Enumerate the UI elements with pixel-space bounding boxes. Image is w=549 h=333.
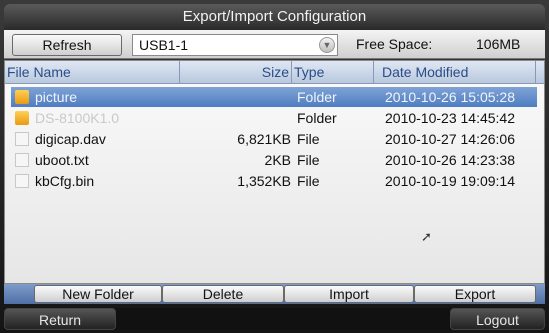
device-select-value: USB1-1 bbox=[139, 37, 189, 53]
new-folder-button[interactable]: New Folder bbox=[34, 285, 162, 303]
import-button[interactable]: Import bbox=[284, 285, 414, 303]
file-icon bbox=[15, 153, 29, 167]
list-item[interactable]: uboot.txt 2KB File 2010-10-26 14:23:38 bbox=[11, 150, 537, 170]
dialog-title: Export/Import Configuration bbox=[4, 4, 545, 30]
device-select[interactable]: USB1-1 ▼ bbox=[132, 34, 338, 56]
item-date: 2010-10-19 19:09:14 bbox=[385, 173, 515, 189]
export-button[interactable]: Export bbox=[414, 285, 536, 303]
column-header-type[interactable]: Type bbox=[291, 61, 373, 83]
item-size bbox=[183, 87, 291, 107]
list-item[interactable]: DS-8100K1.0 Folder 2010-10-23 14:45:42 bbox=[11, 108, 537, 128]
file-icon bbox=[15, 174, 29, 188]
item-size: 1,352KB bbox=[237, 173, 291, 189]
dialog-frame: Export/Import Configuration Refresh USB1… bbox=[0, 0, 549, 333]
mouse-cursor-icon: ➚ bbox=[421, 229, 432, 244]
item-name: uboot.txt bbox=[35, 152, 89, 168]
file-list: File Name Size Type Date Modified pictur… bbox=[4, 60, 545, 284]
item-date: 2010-10-27 14:26:06 bbox=[385, 131, 515, 147]
item-name: kbCfg.bin bbox=[35, 173, 95, 189]
free-space-label: Free Space: bbox=[356, 36, 433, 52]
item-type: Folder bbox=[297, 89, 337, 105]
column-header-size[interactable]: Size bbox=[179, 61, 291, 83]
item-size: 2KB bbox=[264, 152, 291, 168]
toolbar: Refresh USB1-1 ▼ Free Space: 106MB bbox=[4, 30, 545, 59]
item-type: File bbox=[297, 152, 320, 168]
item-name: DS-8100K1.0 bbox=[35, 110, 120, 126]
folder-icon bbox=[15, 111, 29, 125]
item-name: picture bbox=[35, 89, 78, 105]
footer-bar: Return Logout bbox=[4, 308, 545, 330]
item-name: digicap.dav bbox=[35, 131, 106, 147]
item-date: 2010-10-23 14:45:42 bbox=[385, 110, 515, 126]
item-type: Folder bbox=[297, 110, 337, 126]
chevron-down-icon[interactable]: ▼ bbox=[319, 37, 335, 53]
return-button[interactable]: Return bbox=[4, 308, 116, 330]
item-size bbox=[183, 108, 291, 128]
free-space-value: 106MB bbox=[476, 36, 521, 52]
list-item[interactable]: kbCfg.bin 1,352KB File 2010-10-19 19:09:… bbox=[11, 171, 537, 191]
list-item[interactable]: digicap.dav 6,821KB File 2010-10-27 14:2… bbox=[11, 129, 537, 149]
refresh-button[interactable]: Refresh bbox=[12, 34, 122, 56]
folder-icon bbox=[15, 90, 29, 104]
delete-button[interactable]: Delete bbox=[162, 285, 284, 303]
file-icon bbox=[15, 132, 29, 146]
action-bar: New Folder Delete Import Export bbox=[4, 284, 545, 304]
logout-button[interactable]: Logout bbox=[450, 308, 545, 330]
column-header-date[interactable]: Date Modified bbox=[373, 61, 543, 83]
item-type: File bbox=[297, 131, 320, 147]
item-size: 6,821KB bbox=[237, 131, 291, 147]
list-item[interactable]: picture Folder 2010-10-26 15:05:28 bbox=[11, 87, 537, 107]
item-date: 2010-10-26 15:05:28 bbox=[385, 89, 515, 105]
column-header-name[interactable]: File Name bbox=[7, 61, 179, 83]
item-type: File bbox=[297, 173, 320, 189]
item-date: 2010-10-26 14:23:38 bbox=[385, 152, 515, 168]
list-header: File Name Size Type Date Modified bbox=[5, 61, 544, 84]
column-header-end bbox=[535, 61, 544, 83]
